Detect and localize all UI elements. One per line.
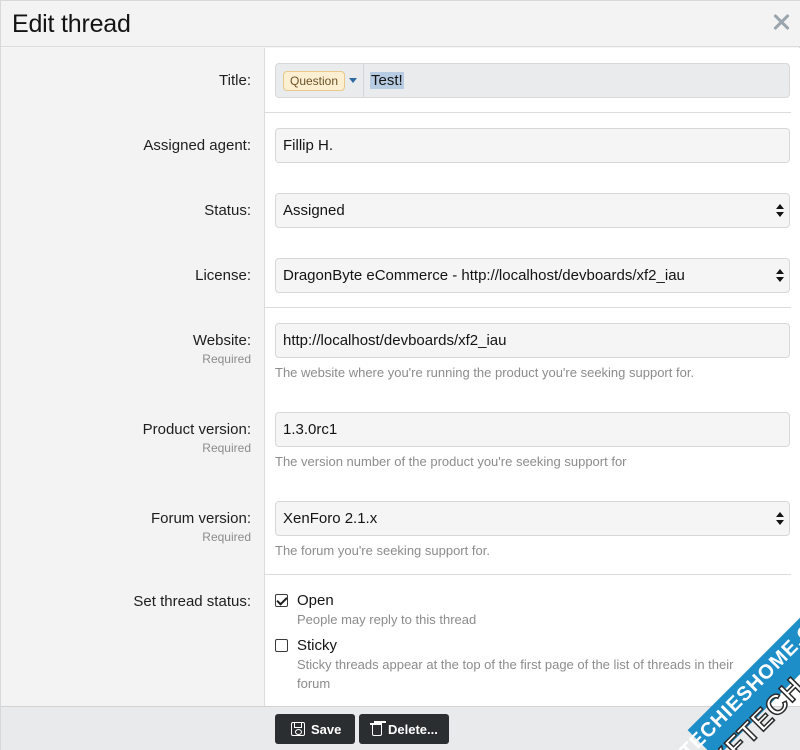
website-label: Website:	[192, 332, 251, 349]
delete-button[interactable]: Delete...	[359, 714, 449, 744]
assigned-agent-value: Fillip H.	[283, 137, 334, 154]
title-input-value[interactable]: Test!	[370, 72, 404, 89]
title-field[interactable]: Question Test!	[275, 63, 790, 98]
delete-button-label: Delete...	[388, 722, 438, 737]
website-input[interactable]: http://localhost/devboards/xf2_iau	[275, 323, 790, 358]
thread-status-label: Set thread status:	[133, 593, 251, 610]
license-label: License:	[195, 267, 251, 284]
section-divider	[265, 112, 791, 113]
close-icon[interactable]	[770, 11, 792, 33]
prefix-divider	[363, 64, 364, 97]
assigned-agent-input[interactable]: Fillip H.	[275, 128, 790, 163]
status-label: Status:	[204, 202, 251, 219]
status-value: Assigned	[283, 202, 345, 219]
forum-version-hint: The forum you're seeking support for.	[275, 543, 490, 558]
section-divider	[265, 574, 791, 575]
select-arrows-icon	[776, 204, 784, 218]
website-value: http://localhost/devboards/xf2_iau	[283, 332, 507, 349]
chevron-down-icon[interactable]	[349, 78, 357, 83]
product-version-hint: The version number of the product you're…	[275, 454, 627, 469]
forum-version-label: Forum version:	[150, 510, 251, 527]
forum-version-value: XenForo 2.1.x	[283, 510, 378, 527]
license-value: DragonByte eCommerce - http://localhost/…	[283, 267, 685, 284]
prefix-badge[interactable]: Question	[283, 71, 346, 91]
website-required: Required	[202, 352, 251, 366]
watermark: TECHIESHOME.COM XFTECH	[651, 598, 800, 750]
sticky-checkbox-label[interactable]: Sticky	[297, 637, 337, 654]
forum-version-required: Required	[202, 530, 251, 544]
open-checkbox[interactable]	[275, 594, 288, 607]
section-divider	[265, 307, 791, 308]
website-hint: The website where you're running the pro…	[275, 365, 695, 380]
save-button-label: Save	[311, 722, 342, 737]
product-version-value: 1.3.0rc1	[283, 421, 338, 438]
open-checkbox-label[interactable]: Open	[297, 592, 334, 609]
product-version-label: Product version:	[142, 421, 251, 438]
sticky-checkbox[interactable]	[275, 639, 288, 652]
select-arrows-icon	[776, 512, 784, 526]
product-version-input[interactable]: 1.3.0rc1	[275, 412, 790, 447]
assigned-agent-label: Assigned agent:	[143, 137, 251, 154]
dialog-header: Edit thread	[1, 1, 800, 47]
product-version-required: Required	[202, 441, 251, 455]
trash-icon	[370, 722, 384, 736]
title-label: Title:	[219, 72, 251, 89]
save-button[interactable]: Save	[275, 714, 355, 744]
license-select[interactable]: DragonByte eCommerce - http://localhost/…	[275, 258, 790, 293]
edit-thread-dialog: Edit thread Title: Question Test! Assign…	[0, 0, 800, 750]
forum-version-select[interactable]: XenForo 2.1.x	[275, 501, 790, 536]
dialog-title: Edit thread	[12, 10, 131, 38]
select-arrows-icon	[776, 269, 784, 283]
save-icon	[291, 722, 305, 736]
status-select[interactable]: Assigned	[275, 193, 790, 228]
